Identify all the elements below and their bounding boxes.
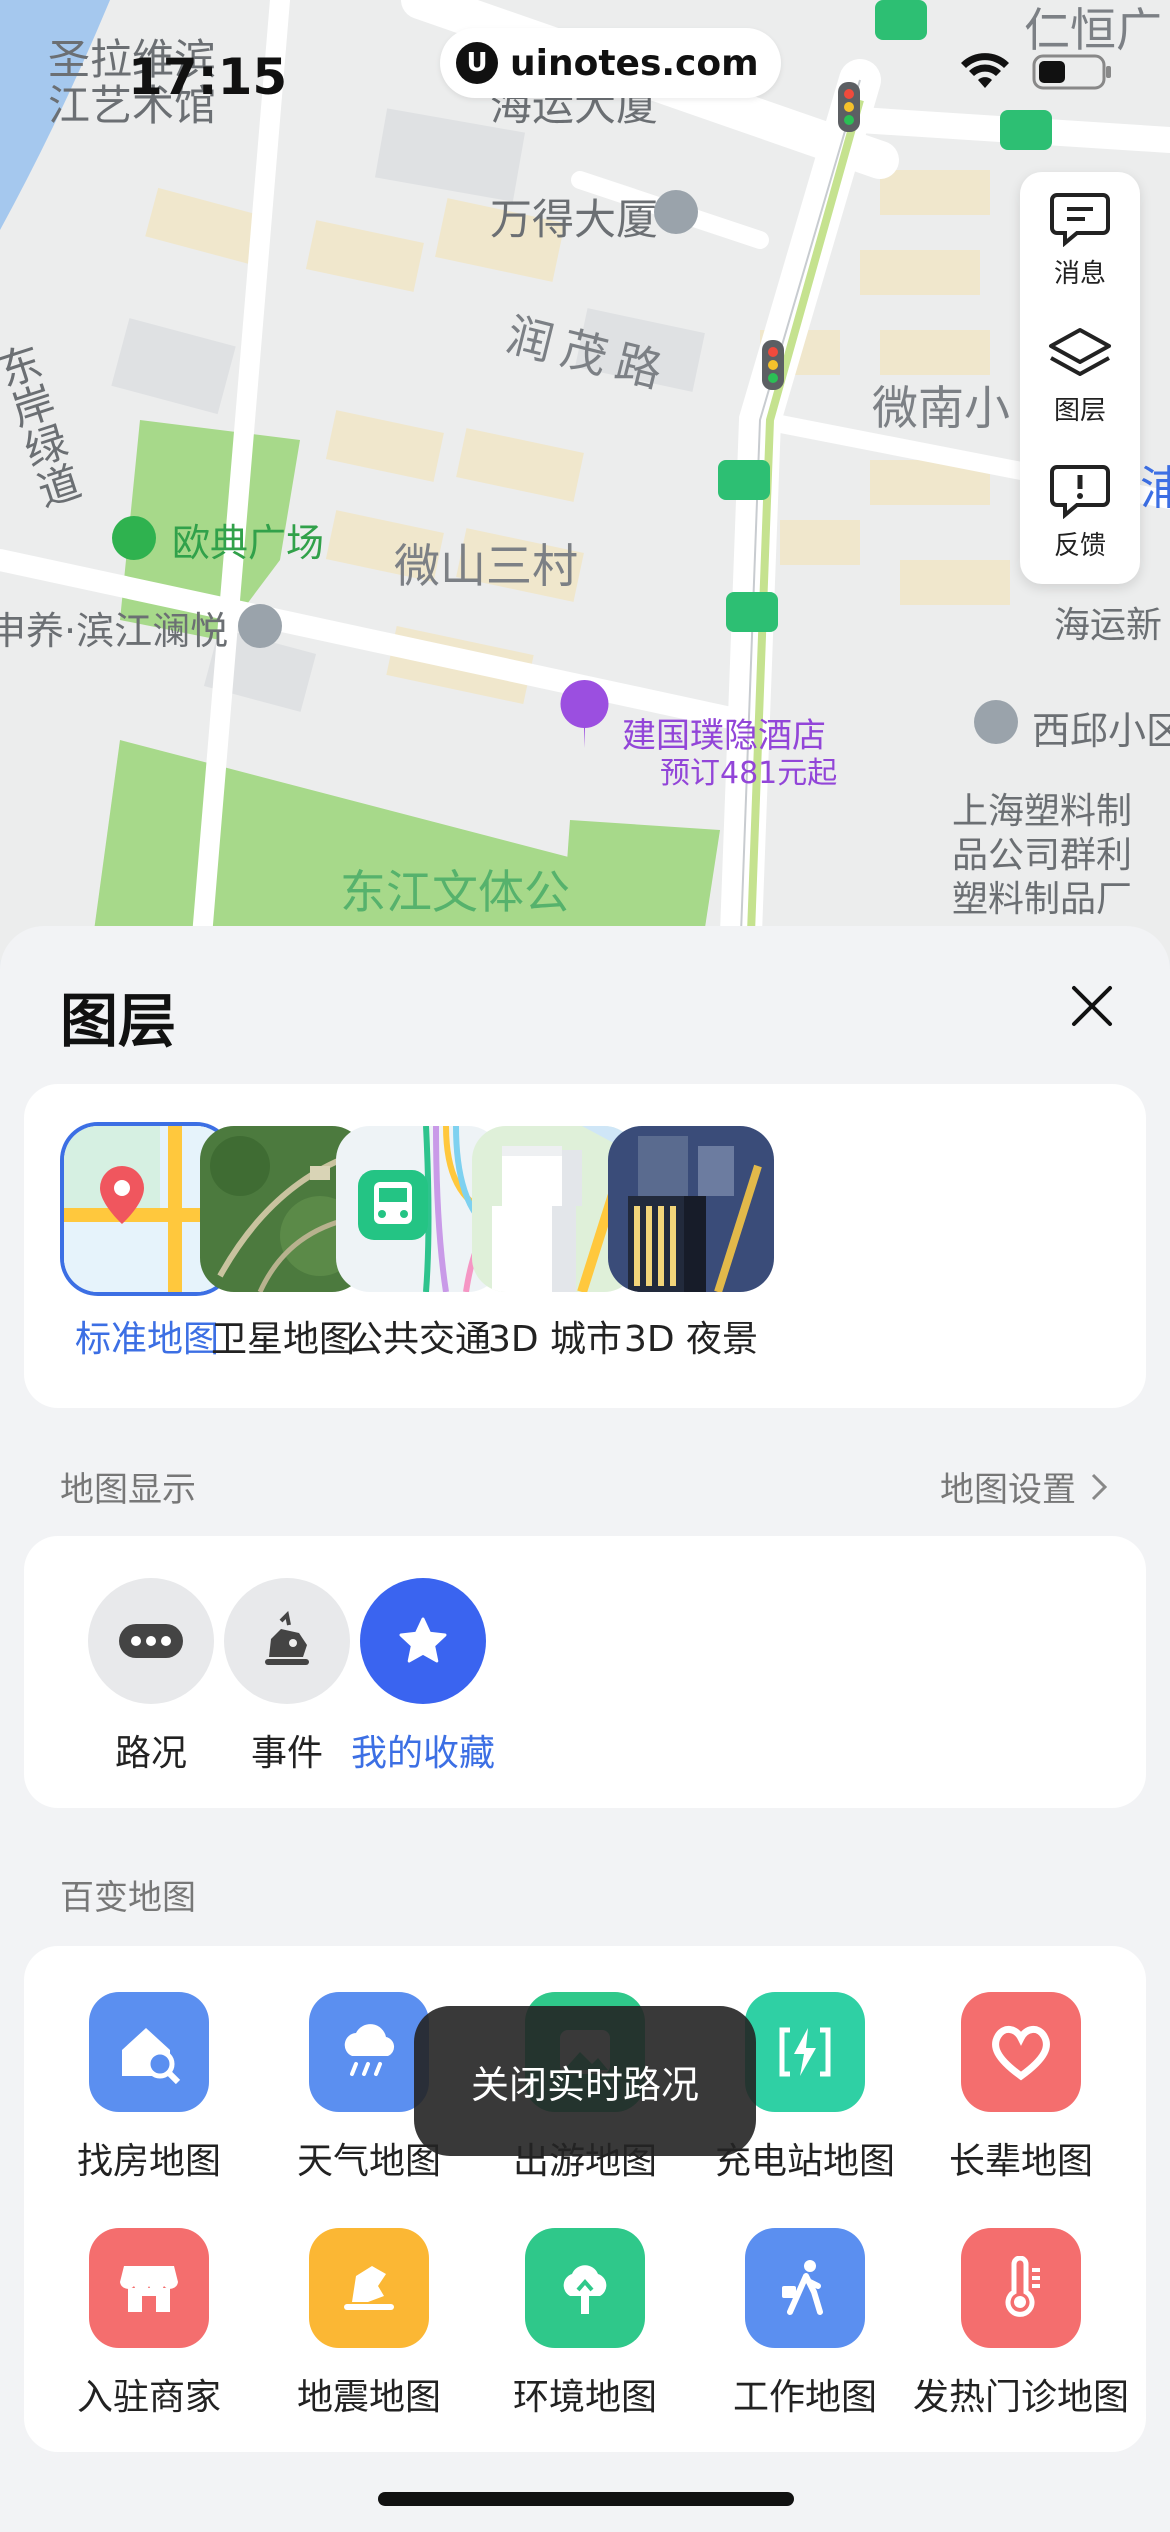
map-type-card: 标准地图 卫星地图 公共交通 3D 城市 3D 夜景 (24, 1084, 1146, 1408)
toast-text: 关闭实时路况 (470, 2062, 699, 2107)
url-pill: U uinotes.com (440, 28, 781, 98)
map-display-card: 路况 事件 我的收藏 (24, 1536, 1146, 1808)
themed-map-work[interactable]: 工作地图 (695, 2228, 915, 2420)
map-settings-label: 地图设置 (940, 1470, 1076, 1510)
layers-label: 图层 (1053, 395, 1106, 426)
themed-map-label: 地震地图 (296, 2377, 441, 2418)
feedback-button[interactable]: 反馈 (1020, 444, 1140, 580)
toast-message: 关闭实时路况 (414, 2006, 756, 2156)
map-label: 万得大厦 (490, 195, 659, 244)
themed-map-label: 工作地图 (732, 2377, 877, 2418)
map-display-section-label: 地图显示 (60, 1470, 196, 1510)
map-label: 东江文体公 (340, 865, 570, 919)
map-tools-panel: 消息 图层 反馈 (1020, 172, 1140, 584)
map-label: 申养·滨江澜悦 (0, 609, 229, 653)
map-label: 西邱小区 (1032, 709, 1170, 753)
battery-icon (1032, 54, 1111, 90)
layer-3d-night[interactable]: 3D 夜景 (608, 1126, 774, 1362)
charging-icon (745, 1992, 865, 2112)
home-indicator[interactable] (378, 2492, 794, 2506)
messages-label: 消息 (1053, 258, 1106, 289)
3d-night-thumb (608, 1126, 774, 1292)
status-icons (960, 52, 1114, 92)
themed-map-earthquake[interactable]: 地震地图 (259, 2228, 479, 2420)
map-label: 微山三村 (394, 539, 578, 593)
layers-sheet: 图层 标准地图 卫星地图 公共交通 3D 城市 3D 夜景 地图显示 地图设置 … (0, 926, 1170, 2532)
wifi-icon (961, 53, 1009, 88)
message-icon (1050, 192, 1110, 247)
themed-map-label: 入驻商家 (76, 2377, 221, 2418)
toggle-favorites[interactable]: 我的收藏 (338, 1578, 508, 1776)
earthquake-icon (309, 2228, 429, 2348)
map-label: 塑料制品厂 (952, 879, 1133, 920)
map-view[interactable]: 圣拉维滨 江艺术馆 海运大厦 仁恒广 万得大厦 润茂路 东岸绿道 微南小 欧典广… (0, 0, 1170, 960)
favorites-toggle-circle (360, 1578, 486, 1704)
map-label: 微南小 (872, 381, 1010, 435)
cloud-rain-icon (309, 1992, 429, 2112)
incident-toggle-circle (224, 1578, 350, 1704)
map-label: 预订481元起 (660, 756, 838, 791)
map-label: 海运新 (1054, 605, 1163, 646)
chevron-right-icon (1091, 1473, 1108, 1500)
themed-map-label: 发热门诊地图 (912, 2377, 1129, 2418)
heart-icon (961, 1992, 1081, 2112)
shop-icon (89, 2228, 209, 2348)
map-label: 仁恒广 (1024, 3, 1162, 57)
tree-icon (525, 2228, 645, 2348)
layer-label: 3D 夜景 (623, 1319, 759, 1360)
messages-button[interactable]: 消息 (1020, 172, 1140, 308)
map-settings-link[interactable]: 地图设置 (940, 1462, 1108, 1511)
feedback-label: 反馈 (1053, 530, 1106, 561)
star-icon (399, 1617, 447, 1663)
thermometer-icon (961, 2228, 1081, 2348)
incident-icon (265, 1611, 309, 1665)
themed-maps-section-label: 百变地图 (60, 1878, 196, 1918)
themed-map-label: 长辈地图 (948, 2141, 1093, 2182)
worker-icon (745, 2228, 865, 2348)
map-label: 浦 (1140, 461, 1170, 515)
themed-map-fever-clinic[interactable]: 发热门诊地图 (911, 2228, 1131, 2420)
status-time: 17:15 (128, 48, 288, 106)
themed-map-merchant[interactable]: 入驻商家 (39, 2228, 259, 2420)
themed-map-environment[interactable]: 环境地图 (475, 2228, 695, 2420)
layers-icon (1049, 327, 1111, 376)
toggle-label: 我的收藏 (350, 1733, 495, 1774)
map-label: 欧典广场 (172, 521, 325, 565)
close-icon[interactable] (1066, 980, 1118, 1032)
traffic-toggle-circle (88, 1578, 214, 1704)
themed-map-label: 环境地图 (512, 2377, 657, 2418)
uinotes-logo-icon: U (456, 42, 498, 84)
house-search-icon (89, 1992, 209, 2112)
themed-map-elderly[interactable]: 长辈地图 (911, 1992, 1131, 2184)
themed-map-label: 找房地图 (76, 2141, 221, 2182)
traffic-dots-icon (119, 1624, 183, 1658)
layers-button[interactable]: 图层 (1020, 308, 1140, 444)
themed-map-house[interactable]: 找房地图 (39, 1992, 259, 2184)
feedback-icon (1050, 464, 1110, 519)
url-text: uinotes.com (510, 42, 759, 84)
sheet-title: 图层 (60, 987, 177, 1055)
